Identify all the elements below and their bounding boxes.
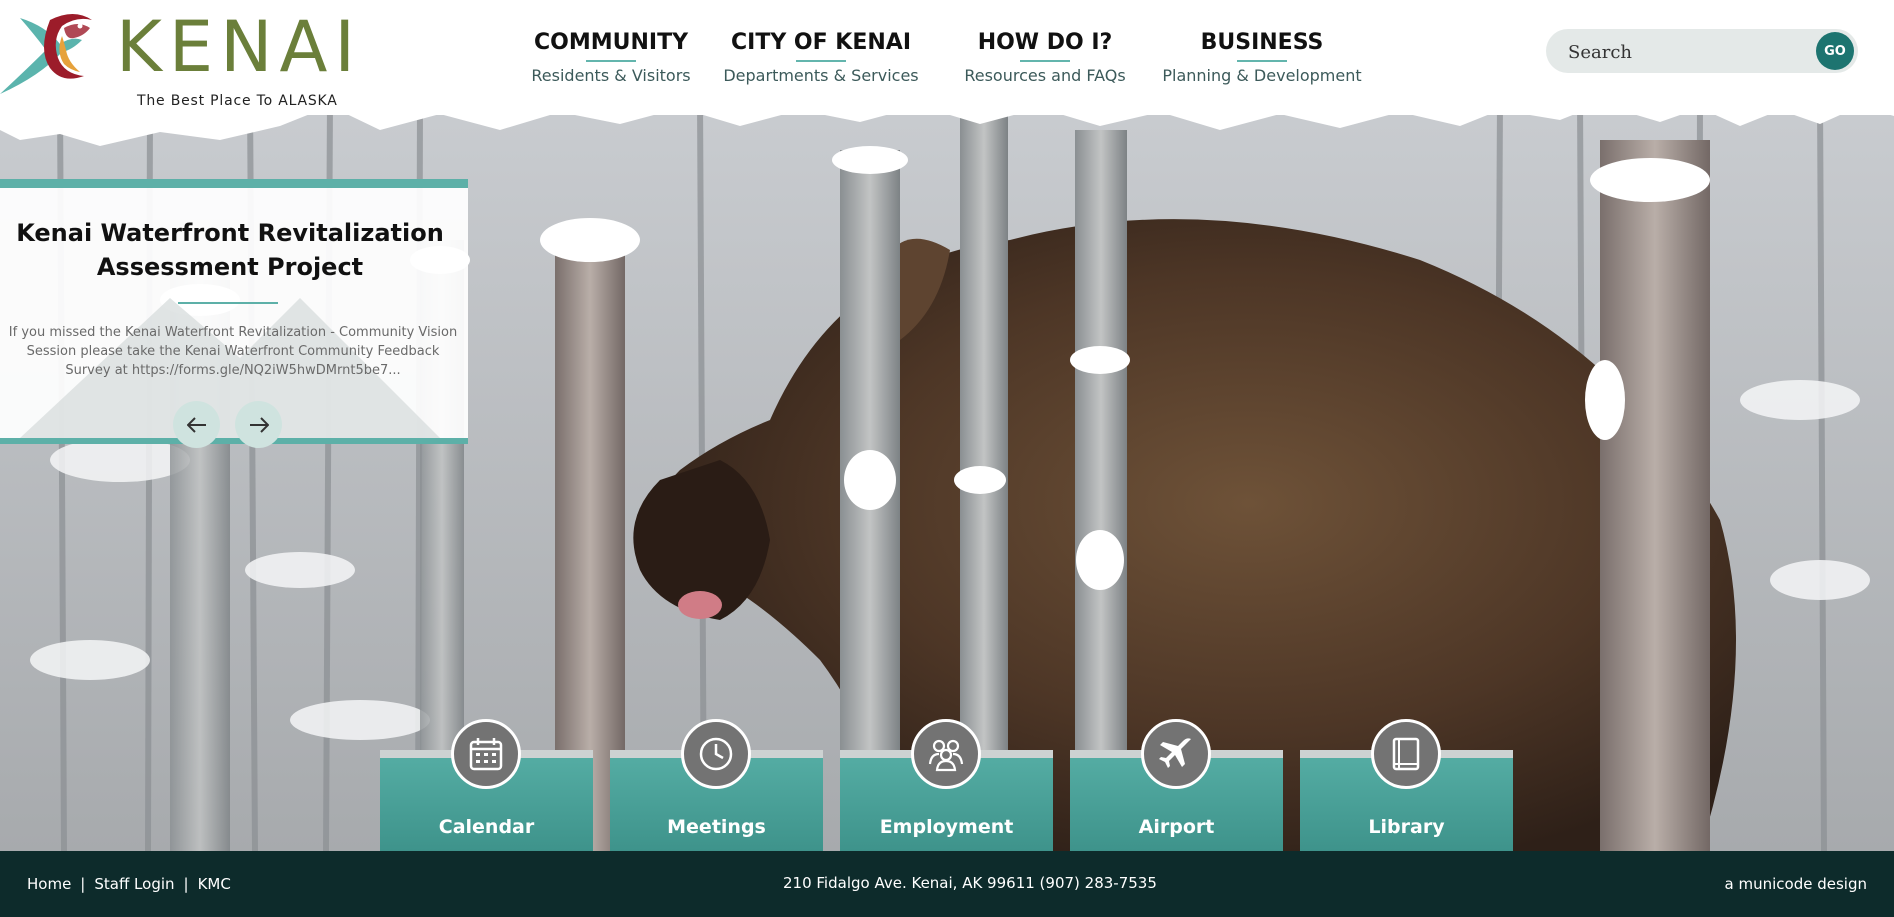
nav-title: BUSINESS — [1200, 30, 1324, 55]
site-header: KENAI The Best Place To ALASKA COMMUNITY… — [0, 0, 1894, 115]
footer-links: Home | Staff Login | KMC — [27, 875, 231, 893]
quicklink-label: Meetings — [667, 816, 766, 838]
footer-link-staff-login[interactable]: Staff Login — [94, 875, 174, 893]
clock-icon — [681, 719, 751, 789]
quicklink-library[interactable]: Library — [1300, 719, 1513, 851]
quicklink-label: Employment — [879, 816, 1014, 838]
footer-address: 210 Fidalgo Ave. Kenai, AK 99611 (907) 2… — [783, 874, 1157, 892]
nav-subtitle: Resources and FAQs — [964, 66, 1126, 85]
book-icon — [1371, 719, 1441, 789]
slide-title: Kenai Waterfront Revitalization Assessme… — [16, 219, 444, 281]
search-box: GO — [1546, 29, 1858, 73]
nav-title: CITY OF KENAI — [730, 30, 912, 55]
quicklink-calendar[interactable]: Calendar — [380, 719, 593, 851]
nav-underline — [1237, 60, 1287, 62]
fish-logo-icon — [0, 14, 92, 94]
logo-wordmark: KENAI — [116, 6, 363, 88]
quicklink-meetings[interactable]: Meetings — [610, 719, 823, 851]
nav-how-do-i[interactable]: HOW DO I? Resources and FAQs — [954, 28, 1136, 86]
footer-separator: | — [183, 875, 189, 893]
site-logo[interactable]: KENAI The Best Place To ALASKA — [0, 6, 363, 109]
slide-next-button[interactable] — [235, 401, 282, 448]
slide-prev-button[interactable] — [173, 401, 220, 448]
search-input[interactable] — [1566, 37, 1810, 67]
airplane-icon — [1141, 719, 1211, 789]
footer-credit-link[interactable]: a municode design — [1725, 875, 1867, 893]
featured-slide-card[interactable]: Kenai Waterfront Revitalization Assessme… — [0, 179, 468, 444]
people-icon — [911, 719, 981, 789]
quicklink-label: Library — [1368, 816, 1445, 838]
logo-tagline: The Best Place To ALASKA — [137, 93, 338, 109]
search-go-button[interactable]: GO — [1816, 32, 1854, 70]
nav-city-of-kenai[interactable]: CITY OF KENAI Departments & Services — [721, 28, 921, 86]
slide-description: If you missed the Kenai Waterfront Revit… — [8, 325, 458, 378]
footer-link-home[interactable]: Home — [27, 875, 71, 893]
footer-link-kmc[interactable]: KMC — [198, 875, 231, 893]
nav-business[interactable]: BUSINESS Planning & Development — [1157, 28, 1367, 86]
nav-subtitle: Departments & Services — [723, 66, 919, 85]
slide-title-underline — [178, 302, 278, 304]
site-footer: Home | Staff Login | KMC 210 Fidalgo Ave. Ke… — [0, 851, 1894, 917]
quicklink-airport[interactable]: Airport — [1070, 719, 1283, 851]
nav-subtitle: Planning & Development — [1162, 66, 1362, 85]
nav-title: HOW DO I? — [977, 30, 1113, 55]
nav-underline — [1020, 60, 1070, 62]
quicklink-label: Airport — [1138, 816, 1215, 838]
arrow-right-icon — [249, 416, 269, 433]
nav-subtitle: Residents & Visitors — [531, 66, 691, 85]
nav-underline — [796, 60, 846, 62]
footer-separator: | — [80, 875, 86, 893]
quicklink-employment[interactable]: Employment — [840, 719, 1053, 851]
calendar-icon — [451, 719, 521, 789]
nav-title: COMMUNITY — [533, 30, 689, 55]
arrow-left-icon — [186, 416, 206, 433]
nav-community[interactable]: COMMUNITY Residents & Visitors — [525, 28, 697, 86]
quicklink-label: Calendar — [438, 816, 535, 838]
nav-underline — [586, 60, 636, 62]
